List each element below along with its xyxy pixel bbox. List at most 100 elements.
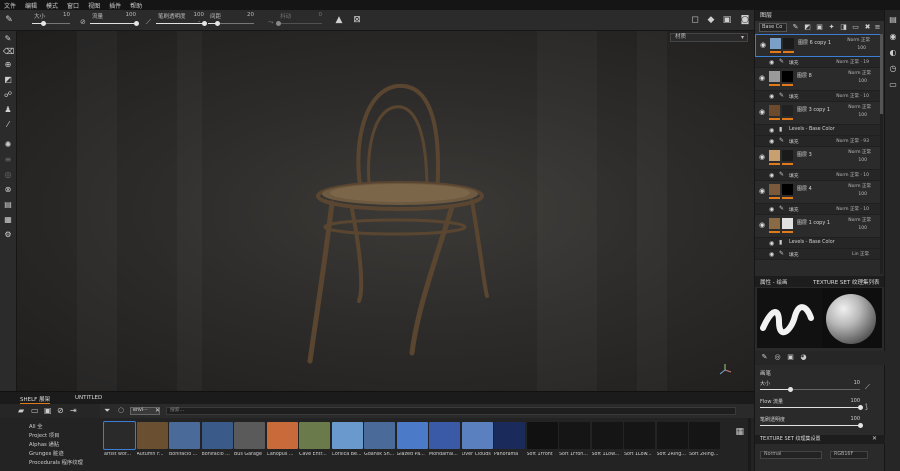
brush-props-icon[interactable]: ✎	[760, 353, 769, 362]
tab-shelf[interactable]: SHELF 展架	[20, 395, 51, 404]
viewport-mode-icon[interactable]: ◻	[690, 15, 700, 25]
layer-sub-row[interactable]: ◉ ✎ 填充 Norm 正常 · 93	[755, 136, 881, 147]
symmetry-icon[interactable]: ▲	[334, 15, 344, 25]
shelf-category[interactable]: Procedurals 程序纹理	[29, 458, 83, 466]
add-mask-icon[interactable]: ▣	[815, 23, 824, 32]
menu-window[interactable]: 窗口	[67, 1, 79, 10]
layer-opacity[interactable]: 100	[858, 226, 867, 231]
texture-set-icon[interactable]: ◉	[888, 32, 898, 42]
layer-blend-mode[interactable]: Norm 正常	[848, 149, 871, 155]
layer-menu-icon[interactable]: ≡	[873, 23, 882, 32]
visibility-eye-icon[interactable]: ◉	[769, 59, 774, 66]
layer-blend-mode[interactable]: Norm 正常	[848, 70, 871, 76]
brush-tool-icon[interactable]: ✎	[4, 15, 14, 25]
measure-icon[interactable]: ⊗	[3, 185, 13, 195]
shelf-item[interactable]: Soft 1Low...	[624, 422, 655, 462]
export-icon[interactable]: ▦	[3, 215, 13, 225]
shelf-item[interactable]: Cave Entr...	[299, 422, 330, 462]
layers-scrollbar[interactable]	[880, 34, 883, 274]
eraser-icon[interactable]: ⌫	[3, 47, 14, 57]
color-picker-icon[interactable]: ⁄	[3, 120, 13, 130]
shelf-item[interactable]: Over Clouds	[461, 422, 493, 462]
3d-viewport[interactable]: 材质	[17, 31, 754, 391]
bake-icon[interactable]: ✺	[3, 140, 13, 150]
paint-brush-icon[interactable]: ✎	[3, 34, 13, 44]
tab-texture-set-list[interactable]: TEXTURE SET 纹理集列表	[813, 278, 880, 286]
folder-icon[interactable]: ▭	[851, 23, 860, 32]
shelf-scrollbar[interactable]	[748, 418, 751, 471]
grid-view-icon[interactable]: ▦	[735, 427, 744, 437]
import-icon[interactable]: ⇥	[70, 406, 77, 415]
tool-settings-icon[interactable]: ⊠	[352, 15, 362, 25]
shelf-item[interactable]: Panorama	[494, 422, 525, 462]
filter-icon[interactable]: ⏷	[104, 406, 110, 416]
material-icon[interactable]: ◕	[799, 353, 808, 362]
layer-mask-thumbnail[interactable]	[782, 71, 793, 82]
shelf-item[interactable]: Bonifacio ...	[201, 422, 233, 462]
brush-opacity-slider[interactable]: 笔刷透明度 100	[760, 416, 863, 428]
effect-blend-mode[interactable]: Norm 正常 · 93	[836, 138, 869, 144]
smudge-icon[interactable]: ☍	[3, 90, 13, 100]
clear-filter-icon[interactable]: ○	[118, 406, 124, 414]
group-icon[interactable]: ◨	[839, 23, 848, 32]
new-folder-icon[interactable]: ▭	[31, 406, 39, 415]
screenshot-icon[interactable]: ◙	[740, 15, 750, 25]
paint-layer-icon[interactable]: ✎	[791, 23, 800, 32]
layer-blend-mode[interactable]: Norm 正常	[848, 183, 871, 189]
shelf-item[interactable]: Soft 1Front	[526, 422, 558, 462]
settings-gear-icon[interactable]: ⚙	[3, 230, 13, 240]
visibility-eye-icon[interactable]: ◉	[769, 206, 774, 213]
brush-flow-slider[interactable]: Flow 流量 100	[760, 398, 863, 410]
menu-view[interactable]: 视图	[88, 1, 100, 10]
polygon-fill-icon[interactable]: ◩	[3, 75, 13, 85]
effect-blend-mode[interactable]: Norm 正常 · 10	[836, 206, 869, 212]
visibility-eye-icon[interactable]: ◉	[759, 221, 765, 229]
layer-mask-thumbnail[interactable]	[782, 184, 793, 195]
log-icon[interactable]: ▭	[888, 80, 898, 90]
layer-opacity[interactable]: 100	[858, 113, 867, 118]
shelf-item[interactable]: Soft 2Ring...	[689, 422, 720, 462]
shelf-item[interactable]: Bus Garage	[234, 422, 265, 462]
jitter-track[interactable]	[275, 21, 322, 26]
display-icon[interactable]: ◐	[888, 48, 898, 58]
spacing-slider[interactable]: · 间距 20	[196, 12, 254, 29]
shelf-item[interactable]: artist wor...	[103, 421, 136, 462]
visibility-eye-icon[interactable]: ◉	[759, 153, 765, 161]
layer-row[interactable]: ◉ 图层 3 Norm 正常 100	[755, 147, 881, 170]
chip-close-icon[interactable]: ✕	[155, 407, 160, 414]
format-field[interactable]: RGB16F	[830, 451, 868, 459]
shelf-category[interactable]: All 全	[29, 422, 43, 430]
folder-open-icon[interactable]: ▰	[18, 406, 24, 415]
normal-field[interactable]: Normal	[760, 451, 822, 459]
shelf-item[interactable]: Soft 2Ring...	[656, 422, 688, 462]
layer-sub-row[interactable]: ◉ ✎ 填充 Norm 正常 · 10	[755, 204, 881, 215]
effect-blend-mode[interactable]: Lin 正常	[852, 251, 869, 257]
layer-row[interactable]: ◉ 图层 8 Norm 正常 100	[755, 68, 881, 91]
effect-blend-mode[interactable]: Norm 正常 · 10	[836, 93, 869, 99]
shelf-item[interactable]: Soft 1Fron...	[559, 422, 590, 462]
shelf-item[interactable]: Mondarrai...	[429, 422, 460, 462]
hide-icon[interactable]: ⊘	[57, 406, 64, 415]
menu-plugins[interactable]: 插件	[109, 1, 121, 10]
layer-sub-row[interactable]: ◉ ▮ Levels - Base Color	[755, 125, 881, 136]
layer-sub-row[interactable]: ◉ ✎ 填充 Norm 正常 · 10	[755, 170, 881, 181]
stroke-opacity-slider[interactable]: ⟋ 笔刷透明度 100	[144, 12, 207, 29]
tab-properties-paint[interactable]: 属性 - 绘画	[760, 278, 787, 286]
layer-blend-mode[interactable]: Norm 正常	[848, 217, 871, 223]
menu-mode[interactable]: 模式	[46, 1, 58, 10]
visibility-eye-icon[interactable]: ◉	[769, 138, 774, 145]
shelf-item[interactable]: Gdansk Sh...	[364, 422, 395, 462]
shelf-item[interactable]: Soft 1Low...	[591, 422, 623, 462]
layers-panel-icon[interactable]: ▤	[888, 15, 898, 25]
stencil-icon[interactable]: ▣	[786, 353, 795, 362]
jitter-slider[interactable]: ⤳ 抖动 0	[266, 12, 322, 29]
shelf-item[interactable]: Canopus ...	[266, 422, 298, 462]
visibility-eye-icon[interactable]: ◉	[769, 93, 774, 100]
effect-blend-mode[interactable]: Norm 正常 · 19	[836, 59, 869, 65]
visibility-eye-icon[interactable]: ◉	[759, 108, 765, 116]
layer-opacity[interactable]: 100	[857, 46, 866, 51]
camera-3d-icon[interactable]: ◆	[706, 15, 716, 25]
layer-row[interactable]: ◉ 图层 6 copy 1 Norm 正常 100	[755, 34, 881, 57]
layer-mask-thumbnail[interactable]	[782, 105, 793, 116]
shelf-item[interactable]: Corsica Be...	[331, 422, 363, 462]
